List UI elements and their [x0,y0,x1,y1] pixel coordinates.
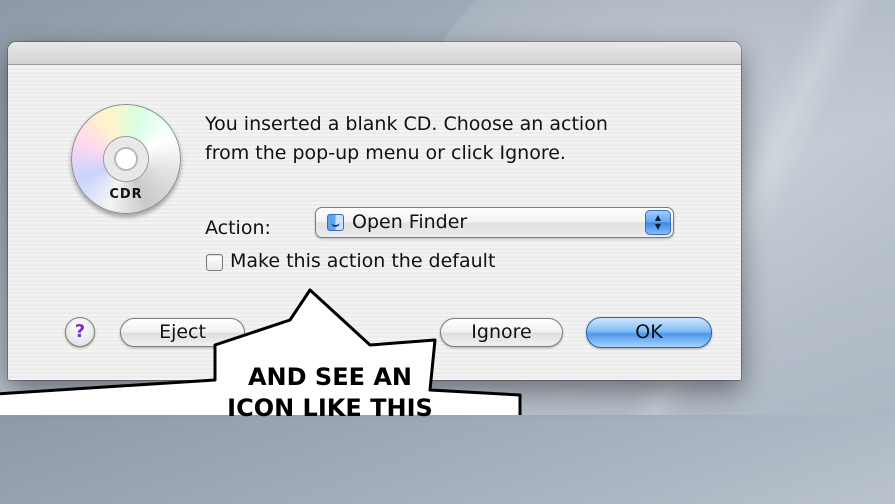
popup-arrows-icon[interactable]: ▲ ▼ [645,210,671,235]
ok-button[interactable]: OK [586,317,712,348]
cd-label: CDR [109,187,143,202]
default-action-checkbox[interactable] [206,254,223,271]
ignore-button[interactable]: Ignore [440,318,563,347]
finder-icon [327,214,344,231]
dialog-titlebar[interactable] [8,42,741,65]
action-label: Action: [205,217,271,239]
action-popup[interactable]: Open Finder ▲ ▼ [315,207,674,238]
eject-button[interactable]: Eject [120,318,245,347]
default-action-label[interactable]: Make this action the default [230,250,495,272]
message-line-2: from the pop-up menu or click Ignore. [205,142,566,164]
help-button[interactable]: ? [65,317,95,347]
annotation-line-1: AND SEE AN [247,363,413,391]
message-line-1: You inserted a blank CD. Choose an actio… [205,113,608,135]
action-popup-value: Open Finder [352,211,468,233]
dialog-message: You inserted a blank CD. Choose an actio… [205,110,705,168]
blank-cd-dialog: CDR You inserted a blank CD. Choose an a… [8,42,741,380]
cd-r-icon: CDR [71,104,181,214]
annotation-line-2: ICON LIKE THIS [227,394,433,422]
